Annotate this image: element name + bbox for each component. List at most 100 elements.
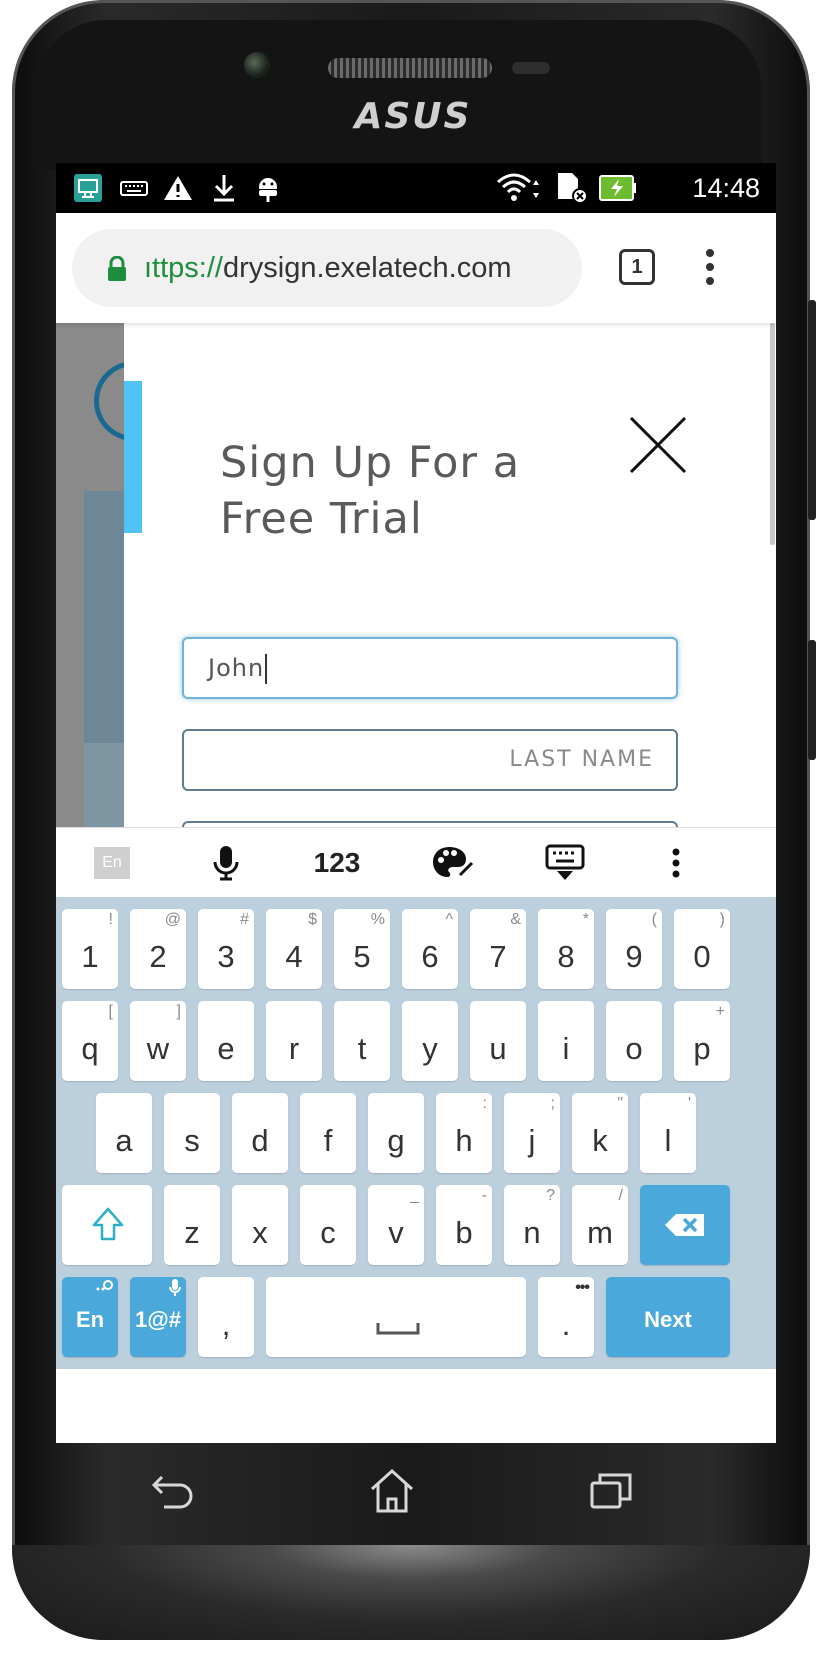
last-name-field[interactable]: LAST NAME <box>182 729 678 791</box>
symbols-key[interactable]: 1@# <box>130 1277 186 1357</box>
soft-keyboard: ! 1 @2 #3 $4% 5 ^ 6 & 7 * 8(9) 0[q] w e r t y u i o + p a s d f g: h… <box>56 897 776 1369</box>
key-label: y <box>422 1031 438 1066</box>
screen-cast-icon <box>72 163 104 213</box>
clock-time: 14:48 <box>692 173 760 203</box>
hide-keyboard-icon[interactable] <box>540 828 590 898</box>
key-0[interactable]: ) 0 <box>674 909 730 989</box>
key-5[interactable]: % 5 <box>334 909 390 989</box>
download-icon <box>208 163 240 213</box>
key-hint: " <box>617 1095 623 1112</box>
key-label: 9 <box>625 939 643 974</box>
comma-key[interactable]: , <box>198 1277 254 1357</box>
key-h[interactable]: :h <box>436 1093 492 1173</box>
symbols-key-label: 1@# <box>135 1307 181 1332</box>
key-t[interactable]: t <box>334 1001 390 1081</box>
key-e[interactable]: e <box>198 1001 254 1081</box>
next-key[interactable]: Next <box>606 1277 730 1357</box>
key-j[interactable]: ; j <box>504 1093 560 1173</box>
home-icon[interactable] <box>368 1467 416 1515</box>
key-label: r <box>288 1031 300 1066</box>
language-switch-key[interactable]: En <box>62 1277 118 1357</box>
shift-key[interactable] <box>62 1185 152 1265</box>
key-hint: [ <box>108 1003 113 1020</box>
key-1[interactable]: ! 1 <box>62 909 118 989</box>
backspace-key[interactable] <box>640 1185 730 1265</box>
key-label: 8 <box>557 939 575 974</box>
key-s[interactable]: s <box>164 1093 220 1173</box>
shift-icon <box>92 1207 124 1246</box>
key-4[interactable]: $4 <box>266 909 322 989</box>
tab-switcher-button[interactable]: 1 <box>619 249 655 285</box>
key-f[interactable]: f <box>300 1093 356 1173</box>
key-label: k <box>592 1123 608 1158</box>
key-a[interactable]: a <box>96 1093 152 1173</box>
key-n[interactable]: ? n <box>504 1185 560 1265</box>
key-b[interactable]: -b <box>436 1185 492 1265</box>
key-y[interactable]: y <box>402 1001 458 1081</box>
more-options-icon[interactable] <box>666 828 686 898</box>
browser-menu-icon[interactable] <box>700 245 720 289</box>
key-k[interactable]: " k <box>572 1093 628 1173</box>
first-name-field[interactable]: John <box>182 637 678 699</box>
close-icon[interactable] <box>628 415 688 475</box>
key-9[interactable]: (9 <box>606 909 662 989</box>
period-key[interactable]: ••• . <box>538 1277 594 1357</box>
key-label: 0 <box>693 939 711 974</box>
address-bar[interactable]: ıttps://drysign.exelatech.com <box>72 229 582 307</box>
key-m[interactable]: / m <box>572 1185 628 1265</box>
numbers-button[interactable]: 123 <box>302 828 372 898</box>
space-key[interactable] <box>266 1277 526 1357</box>
earpiece-speaker <box>328 58 492 78</box>
key-hint: ? <box>546 1187 555 1204</box>
proximity-sensor <box>512 62 550 74</box>
key-i[interactable]: i <box>538 1001 594 1081</box>
back-icon[interactable] <box>150 1467 198 1515</box>
last-name-placeholder: LAST NAME <box>509 747 654 772</box>
more-punctuation-hint: ••• <box>575 1279 590 1296</box>
modal-title: Sign Up For a Free Trial <box>220 435 620 547</box>
theme-palette-icon[interactable] <box>428 828 478 898</box>
key-g[interactable]: g <box>368 1093 424 1173</box>
key-label: p <box>693 1031 711 1066</box>
key-d[interactable]: d <box>232 1093 288 1173</box>
key-o[interactable]: o <box>606 1001 662 1081</box>
gear-icon <box>95 1279 113 1300</box>
recent-apps-icon[interactable] <box>588 1467 636 1515</box>
page-scrollbar[interactable] <box>770 323 775 545</box>
key-z[interactable]: z <box>164 1185 220 1265</box>
key-x[interactable]: x <box>232 1185 288 1265</box>
key-u[interactable]: u <box>470 1001 526 1081</box>
key-r[interactable]: r <box>266 1001 322 1081</box>
key-label: m <box>587 1215 613 1250</box>
key-label: 7 <box>489 939 507 974</box>
microphone-icon[interactable] <box>206 828 246 898</box>
key-hint: / <box>618 1187 623 1204</box>
key-label: h <box>455 1123 473 1158</box>
key-c[interactable]: c <box>300 1185 356 1265</box>
key-hint: _ <box>410 1187 419 1204</box>
key-label: q <box>81 1031 99 1066</box>
modal-title-line: Sign Up For a <box>220 438 521 488</box>
lock-icon <box>106 255 128 287</box>
key-p[interactable]: + p <box>674 1001 730 1081</box>
key-3[interactable]: #3 <box>198 909 254 989</box>
front-camera <box>244 52 270 78</box>
language-indicator[interactable]: En <box>94 828 130 898</box>
key-label: g <box>387 1123 405 1158</box>
key-q[interactable]: [q <box>62 1001 118 1081</box>
key-6[interactable]: ^ 6 <box>402 909 458 989</box>
phone-chin <box>12 1545 810 1640</box>
key-8[interactable]: * 8 <box>538 909 594 989</box>
key-l[interactable]: ' l <box>640 1093 696 1173</box>
web-page: Sign Up For a Free Trial John LAST NAME <box>56 323 776 863</box>
key-hint: - <box>481 1187 487 1204</box>
navigation-bar <box>56 1443 776 1543</box>
key-2[interactable]: @2 <box>130 909 186 989</box>
modal-title-line: Free Trial <box>220 494 423 544</box>
url-text: ıttps://drysign.exelatech.com <box>144 229 512 307</box>
key-v[interactable]: _ v <box>368 1185 424 1265</box>
key-label: w <box>146 1031 170 1066</box>
key-hint: ( <box>651 911 657 928</box>
key-w[interactable]: ] w <box>130 1001 186 1081</box>
key-7[interactable]: & 7 <box>470 909 526 989</box>
